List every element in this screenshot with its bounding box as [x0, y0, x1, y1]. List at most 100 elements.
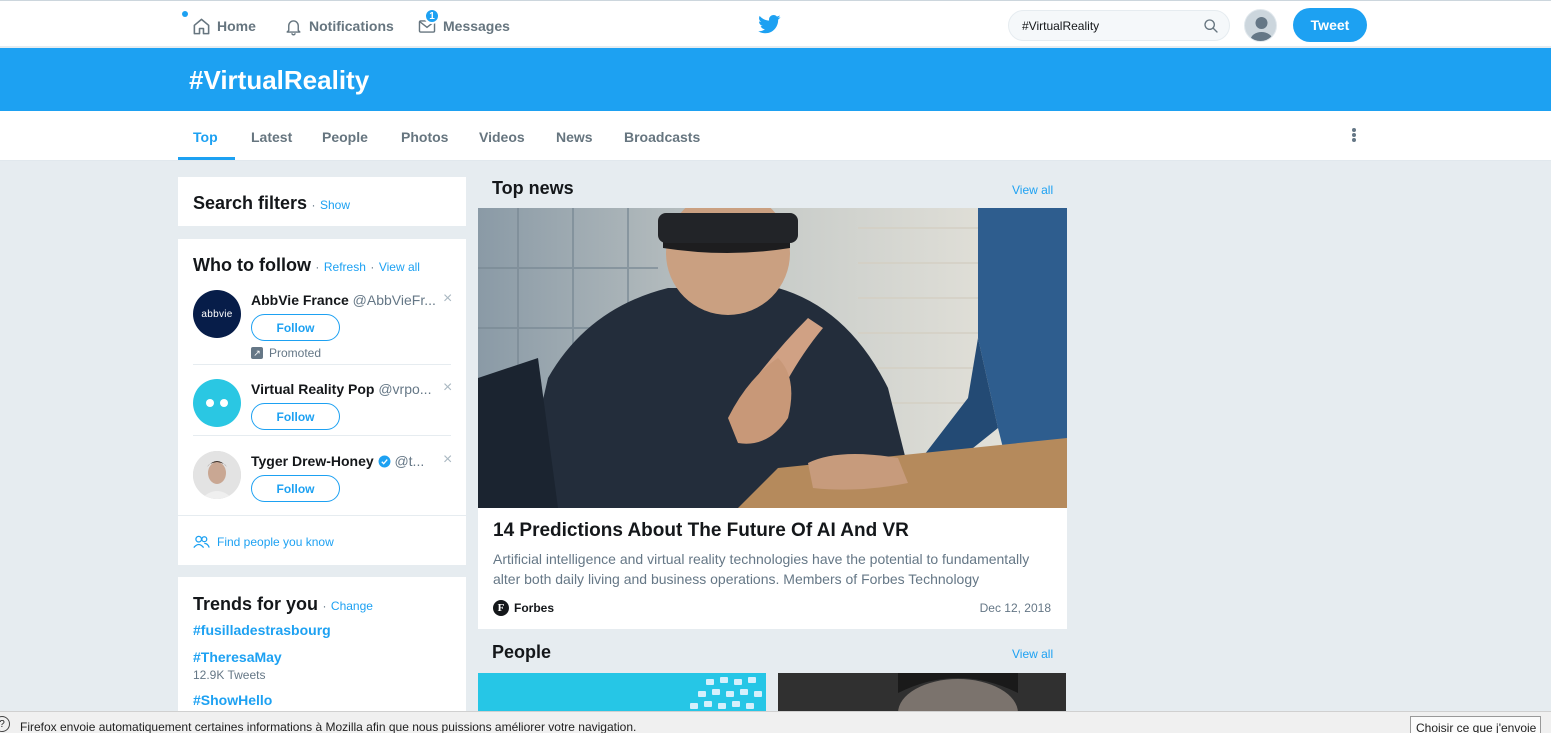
search-header-band: #VirtualReality: [0, 48, 1551, 111]
account-name-line[interactable]: Virtual Reality Pop @vrpo...: [251, 381, 431, 397]
tweet-button[interactable]: Tweet: [1293, 8, 1367, 42]
search-box: [1008, 10, 1230, 41]
divider: [193, 435, 451, 436]
trend-name: #fusilladestrasbourg: [193, 622, 331, 638]
avatar-eye-left: [206, 399, 214, 407]
follow-suggestion: abbvie AbbVie France @AbbVieFr... × Foll…: [193, 290, 452, 362]
tab-top[interactable]: Top: [193, 129, 218, 145]
twitter-bird-icon[interactable]: [758, 15, 781, 34]
news-description: Artificial intelligence and virtual real…: [493, 551, 1030, 587]
top-news-view-all-link[interactable]: View all: [1012, 183, 1053, 197]
pattern-banner-image: [690, 677, 762, 709]
avatar[interactable]: [193, 379, 241, 427]
news-headline[interactable]: 14 Predictions About The Future Of AI An…: [493, 520, 909, 542]
separator-dot: ·: [370, 260, 375, 274]
separator-dot: ·: [322, 599, 327, 613]
account-name: Tyger Drew-Honey: [251, 453, 374, 469]
search-filters-title: Search filters: [193, 193, 308, 213]
tab-latest[interactable]: Latest: [251, 129, 292, 145]
nav-notifications[interactable]: Notifications: [284, 14, 394, 38]
choose-data-button[interactable]: Choisir ce que j'envoie: [1410, 716, 1541, 733]
follow-suggestion: Tyger Drew-Honey @t... × Follow: [193, 451, 452, 507]
forbes-logo-icon: F: [493, 600, 509, 616]
dismiss-icon[interactable]: ×: [443, 451, 452, 469]
view-all-link[interactable]: View all: [379, 260, 420, 274]
news-date: Dec 12, 2018: [979, 601, 1051, 615]
who-to-follow-card: Who to follow · Refresh · View all abbvi…: [178, 239, 466, 565]
search-input[interactable]: [1022, 18, 1203, 33]
account-name: Virtual Reality Pop: [251, 381, 375, 397]
tab-news[interactable]: News: [556, 129, 593, 145]
people-card-person[interactable]: [778, 673, 1066, 713]
tab-broadcasts[interactable]: Broadcasts: [624, 129, 700, 145]
more-options-icon[interactable]: [1348, 128, 1360, 146]
account-handle: @t...: [394, 453, 425, 469]
follow-suggestion: Virtual Reality Pop @vrpo... × Follow: [193, 379, 452, 435]
search-icon[interactable]: [1203, 18, 1219, 34]
account-handle: @AbbVieFr...: [352, 292, 436, 308]
page-title: #VirtualReality: [189, 65, 370, 95]
top-news-title: Top news: [492, 178, 574, 198]
info-icon: ?: [0, 716, 10, 732]
nav-notifications-label: Notifications: [309, 18, 394, 34]
tab-videos[interactable]: Videos: [479, 129, 525, 145]
profile-avatar[interactable]: [1244, 9, 1277, 42]
dismiss-icon[interactable]: ×: [443, 290, 452, 308]
person-photo-icon: [193, 451, 241, 499]
tab-photos[interactable]: Photos: [401, 129, 448, 145]
news-source-name: Forbes: [514, 601, 555, 615]
account-name-line[interactable]: Tyger Drew-Honey @t...: [251, 453, 424, 469]
search-tabs: Top Latest People Photos Videos News Bro…: [0, 111, 1551, 161]
who-to-follow-title: Who to follow: [193, 255, 311, 275]
search-filters-show-link[interactable]: Show: [320, 198, 350, 212]
nav-messages-label: Messages: [443, 18, 510, 34]
follow-button[interactable]: Follow: [251, 475, 340, 502]
tab-people[interactable]: People: [322, 129, 368, 145]
trends-title: Trends for you: [193, 594, 319, 614]
avatar-logo-text: abbvie: [201, 308, 233, 320]
separator-dot: ·: [311, 198, 316, 212]
trend-item[interactable]: #ShowHello: [193, 692, 272, 708]
divider: [178, 515, 466, 516]
bell-icon: [286, 19, 301, 35]
news-article-image[interactable]: [478, 208, 1067, 508]
vr-headset-photo: [478, 208, 1067, 508]
trends-card: Trends for you · Change #fusilladestrasb…: [178, 577, 466, 711]
find-people-link[interactable]: Find people you know: [193, 535, 334, 549]
promoted-text: Promoted: [269, 346, 322, 360]
follow-button[interactable]: Follow: [251, 403, 340, 430]
people-section-title: People: [492, 642, 552, 662]
avatar-eye-right: [220, 399, 228, 407]
trend-item[interactable]: #TheresaMay 12.9K Tweets: [193, 649, 282, 682]
active-tab-indicator: [178, 157, 235, 160]
browser-notification-bar: ? Firefox envoie automatiquement certain…: [0, 711, 1551, 733]
notification-message: Firefox envoie automatiquement certaines…: [20, 720, 637, 733]
news-article-card[interactable]: 14 Predictions About The Future Of AI An…: [478, 208, 1067, 629]
people-icon: [193, 535, 210, 549]
top-navigation-bar: Home Notifications Messages 1 Tweet: [0, 0, 1551, 47]
nav-home[interactable]: Home: [192, 14, 256, 38]
home-new-indicator: [182, 11, 188, 17]
promoted-label: ↗ Promoted: [251, 346, 321, 360]
person-portrait-image: [778, 673, 1066, 713]
news-source[interactable]: F Forbes: [493, 600, 554, 616]
people-view-all-link[interactable]: View all: [1012, 647, 1053, 661]
account-name-line[interactable]: AbbVie France @AbbVieFr...: [251, 292, 436, 308]
nav-home-label: Home: [217, 18, 256, 34]
divider: [193, 364, 451, 365]
change-trends-link[interactable]: Change: [331, 599, 373, 613]
search-filters-card: Search filters · Show: [178, 177, 466, 226]
trend-tweet-count: 12.9K Tweets: [193, 668, 266, 682]
trend-item[interactable]: #fusilladestrasbourg: [193, 622, 331, 638]
follow-button[interactable]: Follow: [251, 314, 340, 341]
avatar[interactable]: [193, 451, 241, 499]
refresh-link[interactable]: Refresh: [324, 260, 366, 274]
account-handle: @vrpo...: [378, 381, 432, 397]
account-name: AbbVie France: [251, 292, 349, 308]
people-card-vrpop[interactable]: [478, 673, 766, 713]
dismiss-icon[interactable]: ×: [443, 379, 452, 397]
default-user-icon: [1250, 17, 1273, 41]
promoted-arrow-icon: ↗: [251, 347, 263, 359]
verified-badge-icon: [378, 455, 391, 468]
avatar[interactable]: abbvie: [193, 290, 241, 338]
